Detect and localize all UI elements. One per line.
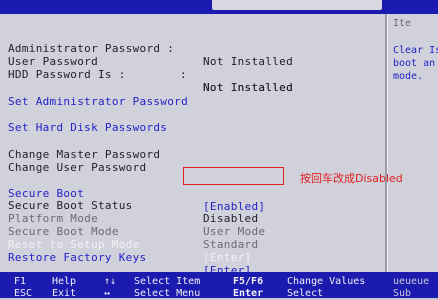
bios-screen: Administrator Password : Not Installed U…	[0, 0, 438, 299]
left-right-arrows-icon: ↔	[104, 288, 111, 299]
f5-f6-key: F5/F6	[233, 276, 264, 287]
change-user-password-label: Change User Password	[8, 161, 147, 174]
reset-setup-mode-value[interactable]: [Enter]	[203, 251, 251, 264]
enter-desc: Select	[287, 288, 324, 299]
set-admin-password-label: Set Administrator Password	[8, 95, 188, 108]
active-menu-tab[interactable]	[212, 0, 382, 10]
help-panel-text: Clear Is boot an mode.	[393, 45, 438, 82]
f1-key: F1	[14, 276, 27, 287]
annotation-highlight-box	[183, 167, 284, 185]
set-hdd-passwords-label: Set Hard Disk Passwords	[8, 121, 168, 134]
help-panel-title: Ite	[393, 18, 412, 29]
admin-password-label: Administrator Password :	[8, 42, 175, 55]
bottom-extra-bottom: Sub	[393, 288, 412, 299]
enter-key: Enter	[233, 288, 264, 299]
secure-boot-mode-value: Standard	[203, 238, 259, 251]
f5-desc: Change Values	[287, 276, 366, 287]
restore-factory-keys-label: Restore Factory Keys	[8, 251, 147, 264]
user-password-sep: :	[180, 68, 187, 81]
secure-boot-status-value: Disabled	[203, 212, 259, 225]
bottom-extra-top: ueueue	[393, 276, 430, 287]
help-panel-divider-highlight	[387, 14, 388, 272]
esc-desc: Exit	[52, 288, 77, 299]
top-menu-bar	[0, 0, 438, 14]
hdd-password-value: Not Installed	[203, 81, 293, 94]
admin-password-value: Not Installed	[203, 55, 293, 68]
platform-mode-value: User Mode	[203, 225, 266, 238]
ud-desc: Select Item	[134, 276, 201, 287]
lr-desc: Select Menu	[134, 288, 201, 299]
annotation-text: 按回车改成Disabled	[300, 172, 403, 185]
f1-desc: Help	[52, 276, 77, 287]
bottom-help-bar: F1 Help ESC Exit ↑↓ Select Item ↔ Select…	[0, 272, 438, 299]
up-down-arrows-icon: ↑↓	[104, 276, 117, 287]
esc-key: ESC	[14, 288, 33, 299]
hdd-password-label: HDD Password Is :	[8, 68, 126, 81]
